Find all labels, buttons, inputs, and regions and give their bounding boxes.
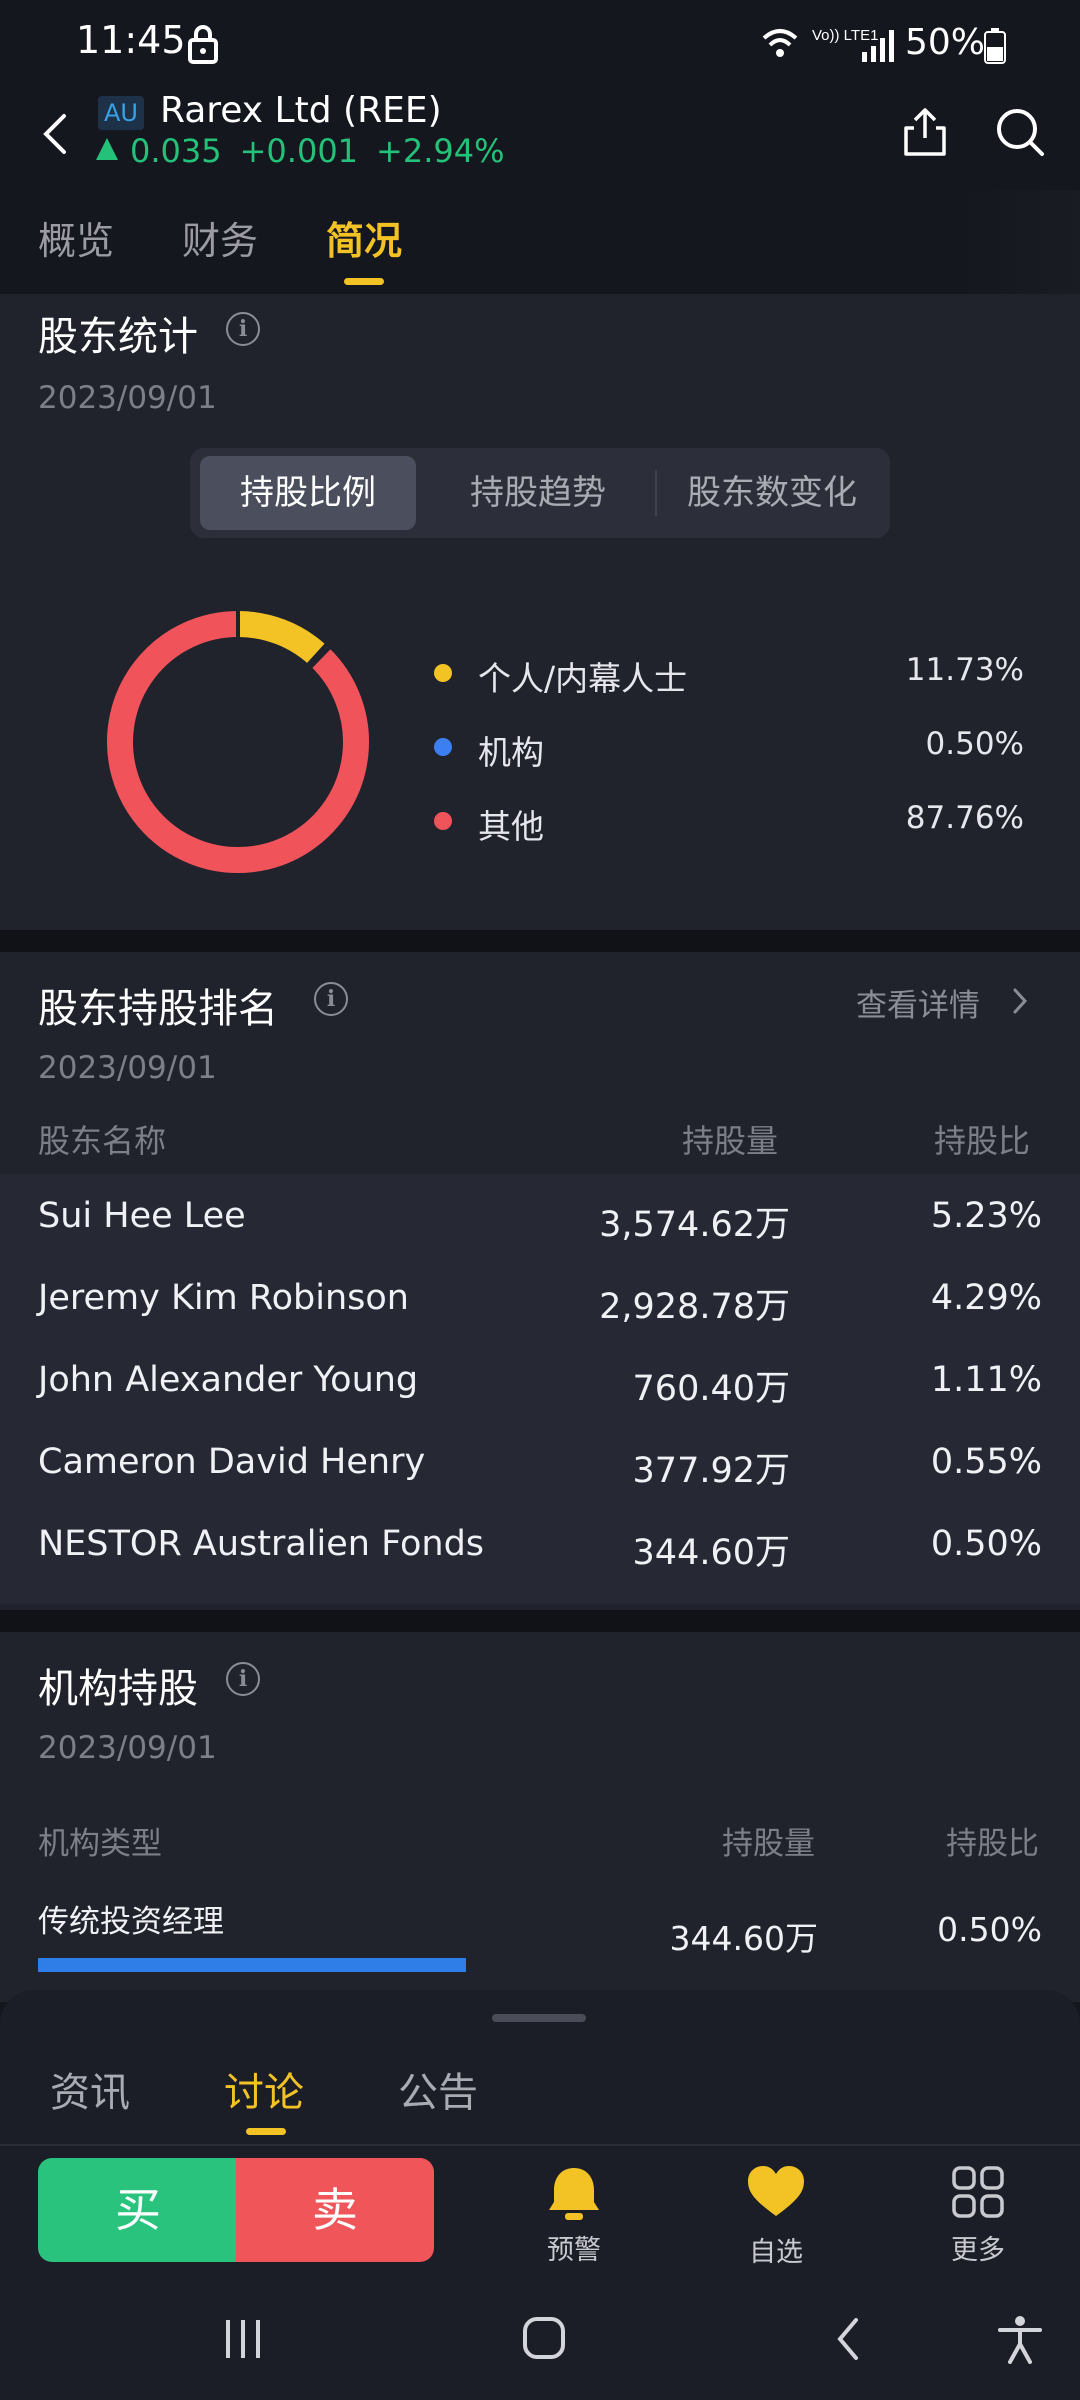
holding-rank-date: 2023/09/01 (38, 1050, 217, 1086)
info-icon[interactable]: i (226, 312, 260, 346)
buy-button[interactable]: 买 (38, 2158, 238, 2262)
segment-control: 持股比例 持股趋势 股东数变化 (190, 448, 890, 538)
status-bar: 11:45 Vo)) LTE1 50% (0, 0, 1080, 90)
heart-icon[interactable] (746, 2164, 806, 2220)
stock-name: Rarex Ltd (REE) (160, 90, 442, 131)
accessibility-icon[interactable] (996, 2314, 1044, 2364)
col-institution-type: 机构类型 (38, 1826, 162, 1862)
nav-back-icon[interactable] (834, 2316, 862, 2362)
holder-qty: 344.60万 (632, 1533, 790, 1573)
donut-slice-individual (237, 611, 327, 665)
more-label[interactable]: 更多 (918, 2228, 1038, 2267)
institution-bar (38, 1958, 466, 1972)
shareholder-stats-title: 股东统计 (38, 314, 198, 360)
legend-label-individual: 个人/内幕人士 (478, 659, 688, 698)
holder-name: Cameron David Henry (38, 1442, 426, 1482)
segment-holding-ratio[interactable]: 持股比例 (200, 456, 416, 530)
holding-donut-chart (107, 604, 369, 873)
holding-rank-title: 股东持股排名 (38, 986, 278, 1032)
home-icon[interactable] (522, 2316, 566, 2360)
section-divider (0, 930, 1080, 952)
institution-pct: 0.50% (937, 1910, 1042, 1949)
chevron-right-icon[interactable] (1010, 984, 1030, 1018)
status-time: 11:45 (76, 18, 186, 62)
institution-title: 机构持股 (38, 1666, 198, 1712)
tab-financials[interactable]: 财务 (182, 210, 258, 265)
segment-holder-count[interactable]: 股东数变化 (660, 456, 884, 530)
holder-qty: 3,574.62万 (599, 1205, 790, 1245)
legend-dot-institution (434, 738, 452, 756)
holder-name: Jeremy Kim Robinson (38, 1278, 409, 1318)
market-badge: AU (98, 96, 144, 130)
segment-holding-trend[interactable]: 持股趋势 (424, 456, 652, 530)
holder-name: Sui Hee Lee (38, 1196, 246, 1236)
share-icon[interactable] (900, 106, 950, 158)
col-holding-pct: 持股比 (934, 1122, 1031, 1160)
tab-profile[interactable]: 简况 (326, 210, 402, 265)
grid-icon[interactable] (952, 2166, 1004, 2218)
stock-quote: 0.035 +0.001 +2.94% (96, 132, 523, 170)
segment-divider (655, 470, 657, 516)
holder-pct: 5.23% (930, 1196, 1042, 1236)
legend-value-institution: 0.50% (925, 726, 1024, 762)
legend-dot-individual (434, 664, 452, 682)
legend-value-individual: 11.73% (905, 652, 1024, 688)
watchlist-label[interactable]: 自选 (716, 2230, 836, 2269)
sheet-grabber[interactable] (492, 2014, 586, 2022)
holder-pct: 1.11% (930, 1360, 1042, 1400)
tab-discussion[interactable]: 讨论 (224, 2060, 304, 2118)
battery-text: 50% (905, 22, 986, 63)
sell-button[interactable]: 卖 (236, 2158, 434, 2262)
view-details-link[interactable]: 查看详情 (856, 980, 980, 1025)
info-icon[interactable]: i (314, 982, 348, 1016)
stock-header: AU Rarex Ltd (REE) 0.035 +0.001 +2.94% (0, 90, 1080, 190)
shareholder-stats-date: 2023/09/01 (38, 380, 217, 416)
holder-pct: 4.29% (930, 1278, 1042, 1318)
tab-announcements[interactable]: 公告 (398, 2060, 478, 2118)
holder-pct: 0.55% (930, 1442, 1042, 1482)
holder-qty: 760.40万 (632, 1369, 790, 1409)
tab-overview[interactable]: 概览 (38, 210, 114, 265)
lock-icon (188, 25, 218, 64)
legend-label-other: 其他 (478, 807, 544, 846)
holder-name: NESTOR Australien Fonds (38, 1524, 485, 1564)
legend-label-institution: 机构 (478, 733, 544, 772)
tab-news[interactable]: 资讯 (50, 2060, 130, 2118)
holder-name: John Alexander Young (38, 1360, 419, 1400)
col-institution-qty: 持股量 (722, 1826, 815, 1862)
institution-qty: 344.60万 (669, 1919, 818, 1958)
legend-dot-other (434, 812, 452, 830)
institution-date: 2023/09/01 (38, 1730, 217, 1766)
tabs-fade (960, 190, 1080, 294)
subtab-indicator (246, 2128, 286, 2135)
search-icon[interactable] (994, 106, 1046, 158)
institution-type: 传统投资经理 (38, 1904, 224, 1940)
holder-qty: 377.92万 (632, 1451, 790, 1491)
holder-qty: 2,928.78万 (599, 1287, 790, 1327)
col-holder-name: 股东名称 (38, 1122, 167, 1160)
info-icon[interactable]: i (226, 1662, 260, 1696)
tab-indicator (344, 278, 384, 285)
col-holding-qty: 持股量 (682, 1122, 779, 1160)
stock-price: 0.035 (130, 132, 222, 170)
main-tabs: 概览 财务 简况 (0, 190, 1080, 294)
section-divider (0, 1610, 1080, 1632)
col-institution-pct: 持股比 (946, 1826, 1039, 1862)
holder-pct: 0.50% (930, 1524, 1042, 1564)
network-label: Vo)) LTE1 (812, 27, 878, 44)
up-arrow-icon (96, 138, 118, 160)
battery-icon (984, 28, 1006, 64)
back-icon[interactable] (36, 106, 72, 162)
stock-change: +0.001 (239, 132, 359, 170)
stock-change-pct: +2.94% (376, 132, 505, 170)
bell-icon[interactable] (544, 2164, 604, 2222)
legend-value-other: 87.76% (905, 800, 1024, 836)
alert-label[interactable]: 预警 (514, 2228, 634, 2267)
recents-icon[interactable] (222, 2318, 264, 2360)
